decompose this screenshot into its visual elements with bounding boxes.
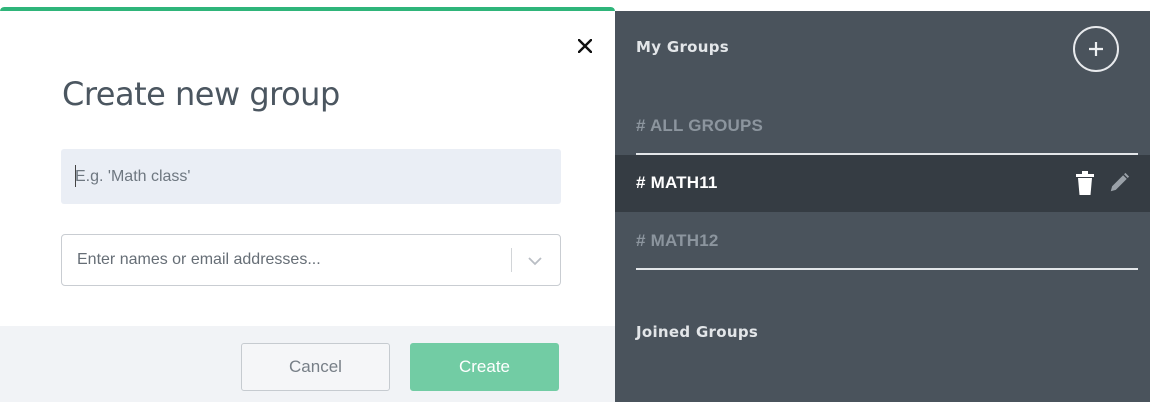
my-groups-heading: My Groups (636, 38, 729, 56)
modal-accent-bar (0, 7, 615, 11)
group-divider (636, 268, 1138, 270)
group-row-actions (1074, 170, 1130, 196)
members-select-placeholder: Enter names or email addresses... (77, 251, 321, 268)
members-select[interactable]: Enter names or email addresses... (61, 234, 561, 286)
joined-groups-heading: Joined Groups (636, 323, 759, 341)
create-group-modal: Create new group Enter names or email ad… (0, 7, 615, 402)
members-select-divider (511, 248, 512, 272)
group-item-math12[interactable]: # MATH12 (615, 213, 1150, 270)
trash-icon[interactable] (1074, 170, 1096, 196)
group-item-label: # MATH11 (636, 173, 718, 192)
group-item-all-groups[interactable]: # ALL GROUPS (615, 98, 1150, 155)
modal-footer: Cancel Create (0, 326, 615, 402)
chevron-down-icon[interactable] (527, 254, 543, 266)
groups-sidebar: My Groups # ALL GROUPS # MATH11 # MATH12… (615, 11, 1150, 402)
close-icon[interactable] (575, 36, 595, 56)
create-button[interactable]: Create (410, 343, 559, 391)
pencil-icon[interactable] (1108, 170, 1130, 196)
plus-circle-icon[interactable] (1073, 26, 1119, 72)
group-item-label: # MATH12 (636, 231, 719, 250)
text-caret (75, 165, 76, 187)
group-item-math11[interactable]: # MATH11 (615, 155, 1150, 212)
group-item-label: # ALL GROUPS (636, 116, 764, 135)
cancel-button[interactable]: Cancel (241, 343, 390, 391)
modal-title: Create new group (62, 75, 340, 113)
group-name-input[interactable] (61, 149, 561, 204)
